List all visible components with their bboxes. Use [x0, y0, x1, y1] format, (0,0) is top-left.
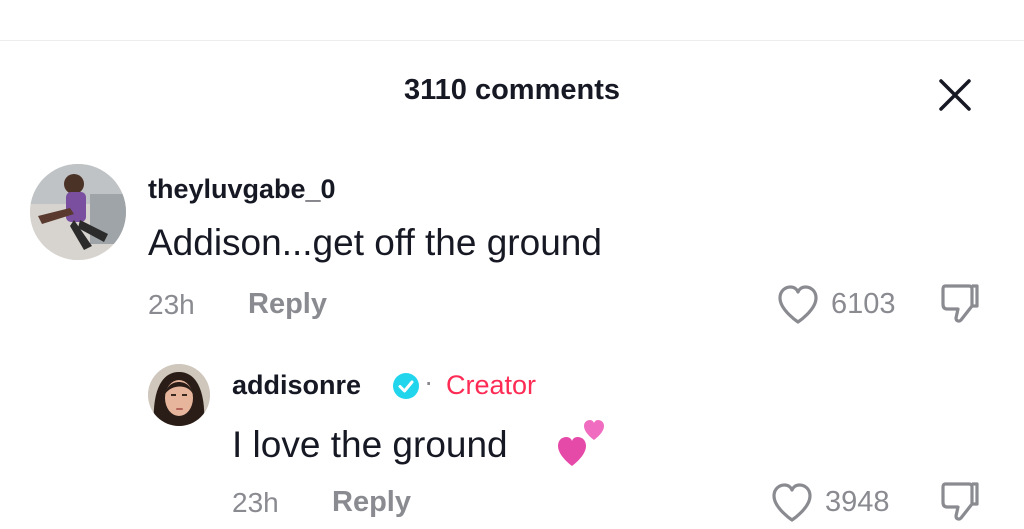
verified-badge-icon: [392, 372, 420, 400]
top-divider: [0, 40, 1024, 41]
close-button[interactable]: [934, 73, 976, 115]
avatar[interactable]: [148, 364, 210, 426]
heart-icon: [778, 285, 818, 324]
reply-username[interactable]: addisonre: [232, 370, 361, 401]
two-hearts-icon: [556, 418, 608, 470]
reply-button[interactable]: Reply: [248, 288, 327, 321]
dislike-button[interactable]: [940, 282, 980, 326]
dislike-button[interactable]: [940, 480, 980, 524]
thumbs-down-icon: [941, 482, 979, 521]
comments-count-title: 3110 comments: [403, 74, 620, 106]
like-count: 3948: [825, 486, 890, 518]
reply-timestamp: 23h: [232, 487, 279, 518]
avatar[interactable]: [30, 164, 126, 260]
thumbs-down-icon: [941, 284, 979, 323]
comment-text: Addison...get off the ground: [148, 222, 602, 263]
reply-text: I love the ground: [232, 424, 508, 465]
like-count: 6103: [831, 288, 896, 320]
like-button[interactable]: [770, 482, 814, 524]
close-icon: [939, 79, 971, 111]
comment-timestamp: 23h: [148, 289, 195, 320]
creator-badge: Creator: [446, 370, 537, 400]
reply-button[interactable]: Reply: [332, 486, 411, 519]
separator-dot: ·: [424, 366, 434, 397]
comment-username[interactable]: theyluvgabe_0: [148, 174, 336, 205]
heart-icon: [772, 483, 812, 522]
like-button[interactable]: [776, 284, 820, 326]
